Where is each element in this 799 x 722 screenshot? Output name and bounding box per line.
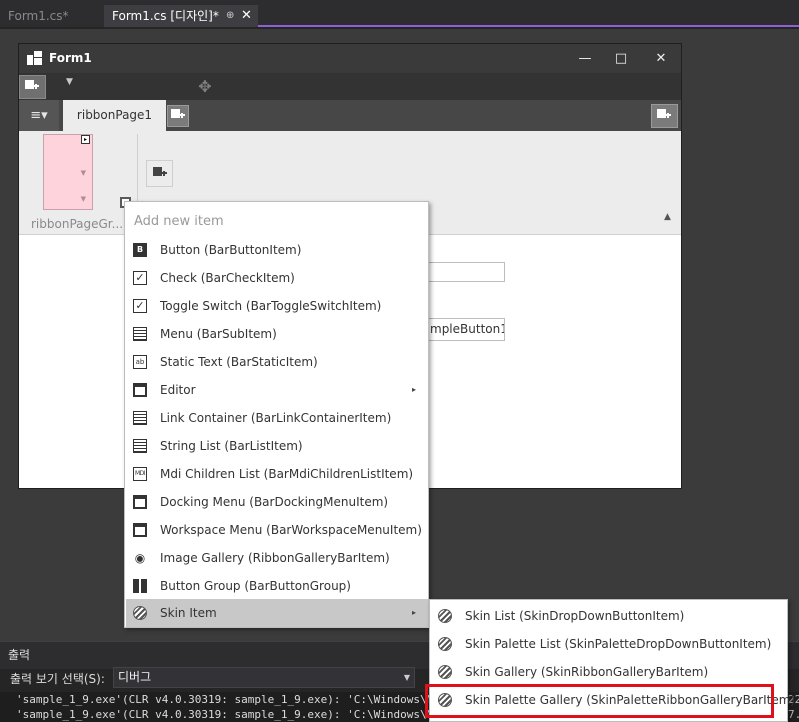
output-source-value: 디버그 xyxy=(118,670,152,684)
close-button[interactable]: ✕ xyxy=(643,48,679,70)
menu-item-label: Skin Item xyxy=(160,606,217,620)
menu-item-button[interactable]: B Button (BarButtonItem) xyxy=(126,236,428,264)
add-page-button[interactable] xyxy=(167,105,189,127)
mdi-icon: MDI xyxy=(133,467,147,481)
menu-item-workspace-menu[interactable]: Workspace Menu (BarWorkspaceMenuItem) xyxy=(126,516,428,544)
menu-item-docking-menu[interactable]: Docking Menu (BarDockingMenuItem) xyxy=(126,488,428,516)
menu-icon xyxy=(133,327,147,341)
menu-item-label: Menu (BarSubItem) xyxy=(160,327,277,341)
ribbon-group-placeholder[interactable]: ▸ ▼ ▼ xyxy=(43,134,93,210)
add-item-button[interactable] xyxy=(146,160,173,187)
toggle-icon: ✓ xyxy=(133,299,147,313)
menu-item-toggle-switch[interactable]: ✓ Toggle Switch (BarToggleSwitchItem) xyxy=(126,292,428,320)
add-item-icon xyxy=(153,167,167,181)
chevron-down-icon: ▼ xyxy=(80,195,86,203)
menu-item-editor[interactable]: Editor ▸ xyxy=(126,376,428,404)
smart-tag-arrow-icon[interactable]: ▸ xyxy=(81,135,90,144)
output-panel-title: 출력 xyxy=(8,648,31,662)
skin-icon xyxy=(438,665,452,679)
submenu-item-skin-list[interactable]: Skin List (SkinDropDownButtonItem) xyxy=(431,602,787,630)
menu-item-label: String List (BarListItem) xyxy=(160,439,303,453)
menu-header: Add new item xyxy=(134,214,224,229)
menu-item-label: Button (BarButtonItem) xyxy=(160,243,302,257)
static-text-icon: ab xyxy=(133,355,147,369)
string-list-icon xyxy=(133,439,147,453)
skin-icon xyxy=(438,637,452,651)
menu-item-label: Docking Menu (BarDockingMenuItem) xyxy=(160,495,389,509)
submenu-item-label: Skin Gallery (SkinRibbonGalleryBarItem) xyxy=(465,665,709,679)
menu-item-label: Link Container (BarLinkContainerItem) xyxy=(160,411,392,425)
menu-item-check[interactable]: ✓ Check (BarCheckItem) xyxy=(126,264,428,292)
tab-form1-designer[interactable]: Form1.cs [디자인]* ⊕ ✕ xyxy=(104,5,258,27)
eye-icon: ◉ xyxy=(134,551,146,565)
menu-item-button-group[interactable]: Button Group (BarButtonGroup) xyxy=(126,572,428,600)
submenu-item-label: Skin Palette List (SkinPaletteDropDownBu… xyxy=(465,637,772,651)
menu-item-label: Toggle Switch (BarToggleSwitchItem) xyxy=(160,299,382,313)
skin-icon xyxy=(438,609,452,623)
output-line: 'sample_1_9.exe'(CLR v4.0.30319: sample_… xyxy=(16,693,436,706)
qat-add-item-button[interactable] xyxy=(19,75,46,99)
menu-item-image-gallery[interactable]: ◉ Image Gallery (RibbonGalleryBarItem) xyxy=(126,544,428,572)
form-title-bar: Form1 — □ ✕ xyxy=(19,44,681,73)
text-edit-field[interactable] xyxy=(427,262,505,282)
form-title: Form1 xyxy=(49,51,92,65)
menu-item-string-list[interactable]: String List (BarListItem) xyxy=(126,432,428,460)
menu-item-static-text[interactable]: ab Static Text (BarStaticItem) xyxy=(126,348,428,376)
submenu-arrow-icon: ▸ xyxy=(411,385,416,394)
application-menu-button[interactable]: ≡▾ xyxy=(19,100,59,131)
skin-icon xyxy=(133,606,147,620)
document-tab-strip: Form1.cs* Form1.cs [디자인]* ⊕ ✕ xyxy=(0,0,799,27)
chevron-down-icon: ▼ xyxy=(80,169,86,177)
highlight-annotation-box xyxy=(425,684,774,718)
menu-item-label: Editor xyxy=(160,383,196,397)
submenu-item-skin-palette-list[interactable]: Skin Palette List (SkinPaletteDropDownBu… xyxy=(431,630,787,658)
workspace-icon xyxy=(133,523,147,537)
chevron-down-icon: ▼ xyxy=(403,673,410,682)
ribbon-tab-row: ≡▾ ribbonPage1 xyxy=(19,100,681,131)
link-container-icon xyxy=(133,411,147,425)
qat-customize-chevron-icon[interactable]: ▼ xyxy=(66,77,73,87)
output-line: 'sample_1_9.exe'(CLR v4.0.30319: sample_… xyxy=(16,708,436,721)
menu-item-label: Static Text (BarStaticItem) xyxy=(160,355,318,369)
qat-drop-target-icon: ✥ xyxy=(198,77,212,96)
button-group-icon xyxy=(133,579,147,593)
menu-item-label: Workspace Menu (BarWorkspaceMenuItem) xyxy=(160,523,422,537)
editor-icon xyxy=(133,383,147,397)
submenu-item-label: Skin List (SkinDropDownButtonItem) xyxy=(465,609,685,623)
form-logo-icon xyxy=(27,51,43,67)
pin-icon[interactable]: ⊕ xyxy=(226,5,234,27)
ribbon-group-caption: ribbonPageGr... xyxy=(31,217,124,231)
menu-item-mdi-children-list[interactable]: MDI Mdi Children List (BarMdiChildrenLis… xyxy=(126,460,428,488)
output-source-label: 출력 보기 선택(S): xyxy=(10,672,105,686)
menu-item-label: Image Gallery (RibbonGalleryBarItem) xyxy=(160,551,390,565)
add-item-icon xyxy=(25,80,39,94)
menu-item-menu[interactable]: Menu (BarSubItem) xyxy=(126,320,428,348)
submenu-arrow-icon: ▸ xyxy=(411,608,416,617)
check-icon: ✓ xyxy=(133,271,147,285)
minimize-button[interactable]: — xyxy=(567,48,603,70)
tab-ribbon-page1[interactable]: ribbonPage1 xyxy=(63,100,166,131)
docking-icon xyxy=(133,495,147,509)
submenu-item-skin-gallery[interactable]: Skin Gallery (SkinRibbonGalleryBarItem) xyxy=(431,658,787,686)
menu-item-skin-item[interactable]: Skin Item ▸ xyxy=(126,599,428,627)
menu-item-label: Mdi Children List (BarMdiChildrenListIte… xyxy=(160,467,414,481)
close-icon[interactable]: ✕ xyxy=(241,5,252,27)
maximize-button[interactable]: □ xyxy=(603,48,639,70)
collapse-ribbon-icon[interactable]: ▲ xyxy=(664,212,671,222)
add-page-category-button[interactable] xyxy=(651,104,678,128)
menu-item-link-container[interactable]: Link Container (BarLinkContainerItem) xyxy=(126,404,428,432)
add-new-item-menu: Add new item B Button (BarButtonItem) ✓ … xyxy=(124,201,429,628)
simple-button[interactable]: mpleButton1 xyxy=(427,318,505,341)
output-source-select[interactable]: 디버그 ▼ xyxy=(113,667,415,688)
add-page-icon xyxy=(171,109,185,123)
tab-form1-cs[interactable]: Form1.cs* xyxy=(0,5,104,27)
menu-item-label: Button Group (BarButtonGroup) xyxy=(160,579,351,593)
menu-item-label: Check (BarCheckItem) xyxy=(160,271,295,285)
quick-access-toolbar: ▼ ✥ xyxy=(19,73,681,100)
tab-label: Form1.cs [디자인]* xyxy=(112,9,219,23)
button-icon: B xyxy=(133,243,147,257)
add-category-icon xyxy=(657,109,671,123)
